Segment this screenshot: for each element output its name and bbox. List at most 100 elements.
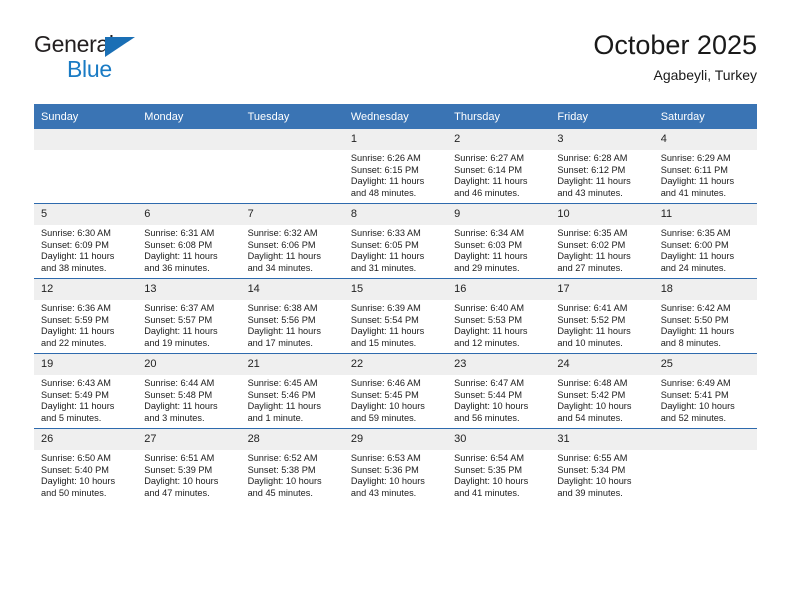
day-details: Sunrise: 6:35 AM Sunset: 6:02 PM Daylight:… xyxy=(550,225,653,274)
sunset-text: Sunset: 6:00 PM xyxy=(660,239,729,250)
daylight-text: Daylight: 11 hours and 41 minutes. xyxy=(660,176,735,198)
calendar-week-row: 1 Sunrise: 6:26 AM Sunset: 6:15 PM Daylight… xyxy=(34,129,757,204)
logo-text-general: General xyxy=(34,31,114,57)
day-details: Sunrise: 6:26 AM Sunset: 6:15 PM Daylight:… xyxy=(344,150,447,199)
calendar-day-cell[interactable]: 2 Sunrise: 6:27 AM Sunset: 6:14 PM Daylight… xyxy=(447,129,551,204)
calendar-day-cell[interactable]: 11 Sunrise: 6:35 AM Sunset: 6:00 PM Dayligh… xyxy=(653,203,757,279)
sunrise-text: Sunrise: 6:46 AM xyxy=(350,378,421,388)
sunset-text: Sunset: 5:38 PM xyxy=(247,464,316,475)
calendar-week-row: 26 Sunrise: 6:50 AM Sunset: 5:40 PM Dayligh… xyxy=(34,428,757,503)
daylight-text: Daylight: 10 hours and 41 minutes. xyxy=(454,476,529,498)
calendar-day-cell[interactable]: 24 Sunrise: 6:48 AM Sunset: 5:42 PM Dayligh… xyxy=(550,353,654,429)
calendar-day-cell[interactable]: 7 Sunrise: 6:32 AM Sunset: 6:06 PM Daylight… xyxy=(240,203,344,279)
calendar-day-cell[interactable]: 28 Sunrise: 6:52 AM Sunset: 5:38 PM Dayligh… xyxy=(240,428,344,503)
day-number: 28 xyxy=(240,429,344,450)
daylight-text: Daylight: 11 hours and 29 minutes. xyxy=(454,251,528,273)
calendar-day-cell[interactable]: 15 Sunrise: 6:39 AM Sunset: 5:54 PM Dayligh… xyxy=(343,278,448,354)
daylight-text: Daylight: 11 hours and 17 minutes. xyxy=(247,326,321,348)
page-title: October 2025 xyxy=(593,30,757,60)
general-blue-logo[interactable]: General Blue xyxy=(34,32,254,88)
daylight-text: Daylight: 11 hours and 10 minutes. xyxy=(557,326,631,348)
daylight-text: Daylight: 11 hours and 15 minutes. xyxy=(350,326,425,348)
sunrise-text: Sunrise: 6:35 AM xyxy=(557,228,628,238)
daylight-text: Daylight: 11 hours and 12 minutes. xyxy=(454,326,528,348)
sunset-text: Sunset: 5:46 PM xyxy=(247,389,316,400)
sunset-text: Sunset: 5:49 PM xyxy=(41,389,109,400)
day-details: Sunrise: 6:52 AM Sunset: 5:38 PM Daylight:… xyxy=(241,450,344,499)
day-details: Sunrise: 6:41 AM Sunset: 5:52 PM Daylight:… xyxy=(550,300,653,349)
daylight-text: Daylight: 11 hours and 46 minutes. xyxy=(454,176,528,198)
day-number: 2 xyxy=(447,129,551,150)
calendar-day-cell[interactable]: 26 Sunrise: 6:50 AM Sunset: 5:40 PM Dayligh… xyxy=(34,428,138,503)
calendar-day-cell[interactable]: 19 Sunrise: 6:43 AM Sunset: 5:49 PM Dayligh… xyxy=(34,353,138,429)
calendar-day-cell[interactable]: 23 Sunrise: 6:47 AM Sunset: 5:44 PM Dayligh… xyxy=(447,353,551,429)
day-details: Sunrise: 6:32 AM Sunset: 6:06 PM Daylight:… xyxy=(241,225,344,274)
day-number: 1 xyxy=(343,129,448,150)
calendar-day-cell[interactable]: 5 Sunrise: 6:30 AM Sunset: 6:09 PM Daylight… xyxy=(34,203,138,279)
calendar-day-cell[interactable]: 6 Sunrise: 6:31 AM Sunset: 6:08 PM Daylight… xyxy=(137,203,241,279)
daylight-text: Daylight: 11 hours and 1 minute. xyxy=(247,401,321,423)
sunset-text: Sunset: 6:11 PM xyxy=(660,164,728,175)
calendar-day-cell[interactable]: 18 Sunrise: 6:42 AM Sunset: 5:50 PM Dayligh… xyxy=(653,278,757,354)
calendar-day-cell[interactable]: 12 Sunrise: 6:36 AM Sunset: 5:59 PM Dayligh… xyxy=(34,278,138,354)
sunset-text: Sunset: 5:34 PM xyxy=(557,464,626,475)
calendar-day-cell[interactable]: 22 Sunrise: 6:46 AM Sunset: 5:45 PM Dayligh… xyxy=(343,353,448,429)
day-details: Sunrise: 6:55 AM Sunset: 5:34 PM Daylight:… xyxy=(550,450,653,499)
weekday-header-sunday: Sunday xyxy=(34,104,138,129)
calendar-day-cell[interactable]: 17 Sunrise: 6:41 AM Sunset: 5:52 PM Dayligh… xyxy=(550,278,654,354)
sunset-text: Sunset: 6:05 PM xyxy=(350,239,419,250)
calendar-day-cell[interactable]: 9 Sunrise: 6:34 AM Sunset: 6:03 PM Daylight… xyxy=(447,203,551,279)
weekday-header-monday: Monday xyxy=(137,104,241,129)
calendar-day-cell[interactable]: 8 Sunrise: 6:33 AM Sunset: 6:05 PM Daylight… xyxy=(343,203,448,279)
calendar-table: Sunday Monday Tuesday Wednesday Thursday… xyxy=(34,104,757,503)
weekday-header-row: Sunday Monday Tuesday Wednesday Thursday… xyxy=(34,104,757,129)
sunset-text: Sunset: 6:12 PM xyxy=(557,164,626,175)
calendar-day-cell-empty xyxy=(240,129,344,204)
day-details: Sunrise: 6:53 AM Sunset: 5:36 PM Daylight:… xyxy=(344,450,447,499)
calendar-day-cell-empty xyxy=(137,129,241,204)
daylight-text: Daylight: 11 hours and 38 minutes. xyxy=(41,251,115,273)
calendar-day-cell[interactable]: 16 Sunrise: 6:40 AM Sunset: 5:53 PM Dayligh… xyxy=(447,278,551,354)
weekday-header-tuesday: Tuesday xyxy=(240,104,344,129)
sunset-text: Sunset: 5:40 PM xyxy=(41,464,109,475)
day-number: 12 xyxy=(34,279,138,300)
day-number: 9 xyxy=(447,204,551,225)
sunset-text: Sunset: 6:09 PM xyxy=(41,239,109,250)
sunrise-text: Sunrise: 6:45 AM xyxy=(247,378,318,388)
calendar-day-cell[interactable]: 1 Sunrise: 6:26 AM Sunset: 6:15 PM Daylight… xyxy=(343,129,448,204)
calendar-day-cell[interactable]: 10 Sunrise: 6:35 AM Sunset: 6:02 PM Dayligh… xyxy=(550,203,654,279)
logo-text-blue: Blue xyxy=(67,56,112,82)
sunrise-text: Sunrise: 6:48 AM xyxy=(557,378,628,388)
day-details: Sunrise: 6:50 AM Sunset: 5:40 PM Daylight:… xyxy=(34,450,137,499)
day-number: 30 xyxy=(447,429,551,450)
day-details: Sunrise: 6:35 AM Sunset: 6:00 PM Daylight:… xyxy=(654,225,757,274)
calendar-day-cell[interactable]: 13 Sunrise: 6:37 AM Sunset: 5:57 PM Dayligh… xyxy=(137,278,241,354)
sunrise-text: Sunrise: 6:44 AM xyxy=(144,378,215,388)
daylight-text: Daylight: 10 hours and 47 minutes. xyxy=(144,476,219,498)
calendar-day-cell[interactable]: 27 Sunrise: 6:51 AM Sunset: 5:39 PM Dayligh… xyxy=(137,428,241,503)
calendar-day-cell[interactable]: 4 Sunrise: 6:29 AM Sunset: 6:11 PM Daylight… xyxy=(653,129,757,204)
calendar-day-cell[interactable]: 20 Sunrise: 6:44 AM Sunset: 5:48 PM Dayligh… xyxy=(137,353,241,429)
calendar-day-cell[interactable]: 30 Sunrise: 6:54 AM Sunset: 5:35 PM Dayligh… xyxy=(447,428,551,503)
day-details: Sunrise: 6:46 AM Sunset: 5:45 PM Daylight:… xyxy=(344,375,447,424)
day-details: Sunrise: 6:31 AM Sunset: 6:08 PM Daylight:… xyxy=(137,225,240,274)
calendar-day-cell[interactable]: 14 Sunrise: 6:38 AM Sunset: 5:56 PM Dayligh… xyxy=(240,278,344,354)
day-number: 24 xyxy=(550,354,654,375)
calendar-day-cell[interactable]: 21 Sunrise: 6:45 AM Sunset: 5:46 PM Dayligh… xyxy=(240,353,344,429)
day-number: 14 xyxy=(240,279,344,300)
sunrise-text: Sunrise: 6:54 AM xyxy=(454,453,525,463)
sunset-text: Sunset: 5:41 PM xyxy=(660,389,729,400)
sunrise-text: Sunrise: 6:49 AM xyxy=(660,378,731,388)
calendar-day-cell[interactable]: 3 Sunrise: 6:28 AM Sunset: 6:12 PM Daylight… xyxy=(550,129,654,204)
calendar-day-cell[interactable]: 29 Sunrise: 6:53 AM Sunset: 5:36 PM Dayligh… xyxy=(343,428,448,503)
sunrise-text: Sunrise: 6:27 AM xyxy=(454,153,525,163)
day-number: 23 xyxy=(447,354,551,375)
day-details: Sunrise: 6:48 AM Sunset: 5:42 PM Daylight:… xyxy=(550,375,653,424)
daylight-text: Daylight: 10 hours and 56 minutes. xyxy=(454,401,529,423)
calendar-day-cell[interactable]: 25 Sunrise: 6:49 AM Sunset: 5:41 PM Dayligh… xyxy=(653,353,757,429)
sunrise-text: Sunrise: 6:42 AM xyxy=(660,303,731,313)
calendar-day-cell[interactable]: 31 Sunrise: 6:55 AM Sunset: 5:34 PM Dayligh… xyxy=(550,428,654,503)
day-details: Sunrise: 6:29 AM Sunset: 6:11 PM Daylight:… xyxy=(654,150,757,199)
daylight-text: Daylight: 10 hours and 43 minutes. xyxy=(350,476,425,498)
daylight-text: Daylight: 10 hours and 59 minutes. xyxy=(350,401,425,423)
